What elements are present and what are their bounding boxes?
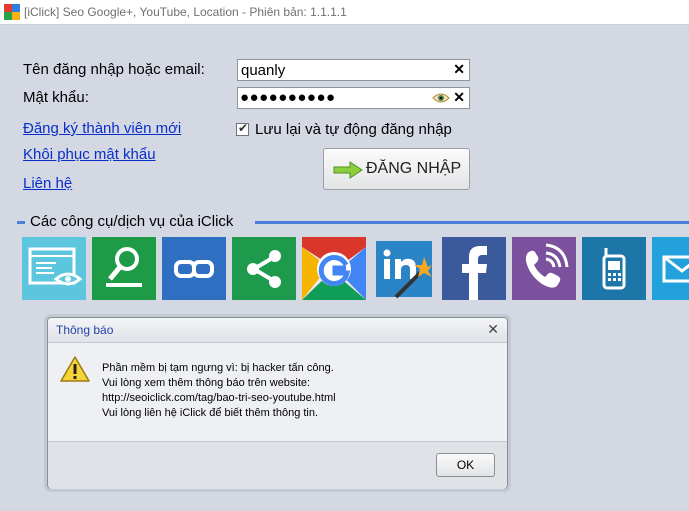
tool-tile-browser[interactable] <box>22 237 86 300</box>
share-icon <box>232 237 296 300</box>
dialog-message-line: Vui lòng xem thêm thông báo trên website… <box>102 377 311 389</box>
dialog-message-line: http://seoiclick.com/tag/bao-tri-seo-you… <box>102 392 336 404</box>
login-button-label: ĐĂNG NHẬP <box>366 160 462 177</box>
username-label: Tên đăng nhập hoặc email: <box>23 61 205 78</box>
app-logo-icon <box>4 4 20 20</box>
section-divider-left <box>17 221 25 224</box>
viber-icon <box>512 237 576 300</box>
phone-icon <box>582 237 646 300</box>
tool-tile-phone[interactable] <box>582 237 646 300</box>
tool-tile-viber[interactable] <box>512 237 576 300</box>
google-icon <box>302 237 366 300</box>
password-label: Mật khẩu: <box>23 89 89 106</box>
section-divider <box>255 221 689 224</box>
tool-tile-facebook[interactable] <box>442 237 506 300</box>
remember-label: Lưu lại và tự động đăng nhập <box>255 121 452 138</box>
search-person-icon <box>92 237 156 300</box>
notification-dialog: Thông báo ✕ Phần mềm bị tạm ngưng vì: bị… <box>47 317 508 489</box>
linkedin-wand-icon <box>372 237 436 300</box>
dialog-message-line: Phần mềm bị tạm ngưng vì: bị hacker tấn … <box>102 362 334 374</box>
facebook-icon <box>442 237 506 300</box>
clear-password-icon[interactable]: ✕ <box>453 89 465 106</box>
register-link[interactable]: Đăng ký thành viên mới <box>23 120 181 137</box>
username-input[interactable]: quanly ✕ <box>237 59 470 81</box>
browser-eye-icon <box>22 237 86 300</box>
show-password-eye-icon[interactable] <box>432 92 450 104</box>
window-titlebar: [iClick] Seo Google+, YouTube, Location … <box>0 0 689 25</box>
clear-username-icon[interactable]: ✕ <box>453 61 465 78</box>
tools-section-title: Các công cụ/dịch vụ của iClick <box>30 213 234 230</box>
tool-tile-email[interactable] <box>652 237 689 300</box>
remember-checkbox[interactable]: ✔ <box>236 121 249 136</box>
password-input[interactable]: ●●●●●●●●●● ✕ <box>237 87 470 109</box>
dialog-title: Thông báo <box>56 323 114 337</box>
recover-password-link[interactable]: Khôi phục mật khẩu <box>23 146 156 163</box>
tool-tile-share[interactable] <box>232 237 296 300</box>
dialog-close-icon[interactable]: ✕ <box>487 321 499 338</box>
username-value: quanly <box>241 62 286 79</box>
login-button[interactable]: ĐĂNG NHẬP <box>323 148 470 190</box>
dialog-message-line: Vui lòng liên hệ iClick để biết thêm thô… <box>102 407 319 419</box>
tool-tile-google[interactable] <box>302 237 366 300</box>
tool-tile-linkedin[interactable] <box>372 237 436 300</box>
dialog-titlebar: Thông báo ✕ <box>48 318 507 343</box>
ok-button[interactable]: OK <box>436 453 495 477</box>
warning-icon <box>60 356 90 382</box>
contact-link[interactable]: Liên hệ <box>23 175 72 192</box>
window-title: [iClick] Seo Google+, YouTube, Location … <box>24 5 347 19</box>
tool-tile-link[interactable] <box>162 237 226 300</box>
check-mark-icon: ✔ <box>238 121 249 135</box>
email-icon <box>652 237 689 300</box>
tool-tile-search-person[interactable] <box>92 237 156 300</box>
arrow-right-icon <box>333 161 363 179</box>
link-icon <box>162 237 226 300</box>
password-value: ●●●●●●●●●● <box>240 89 336 106</box>
